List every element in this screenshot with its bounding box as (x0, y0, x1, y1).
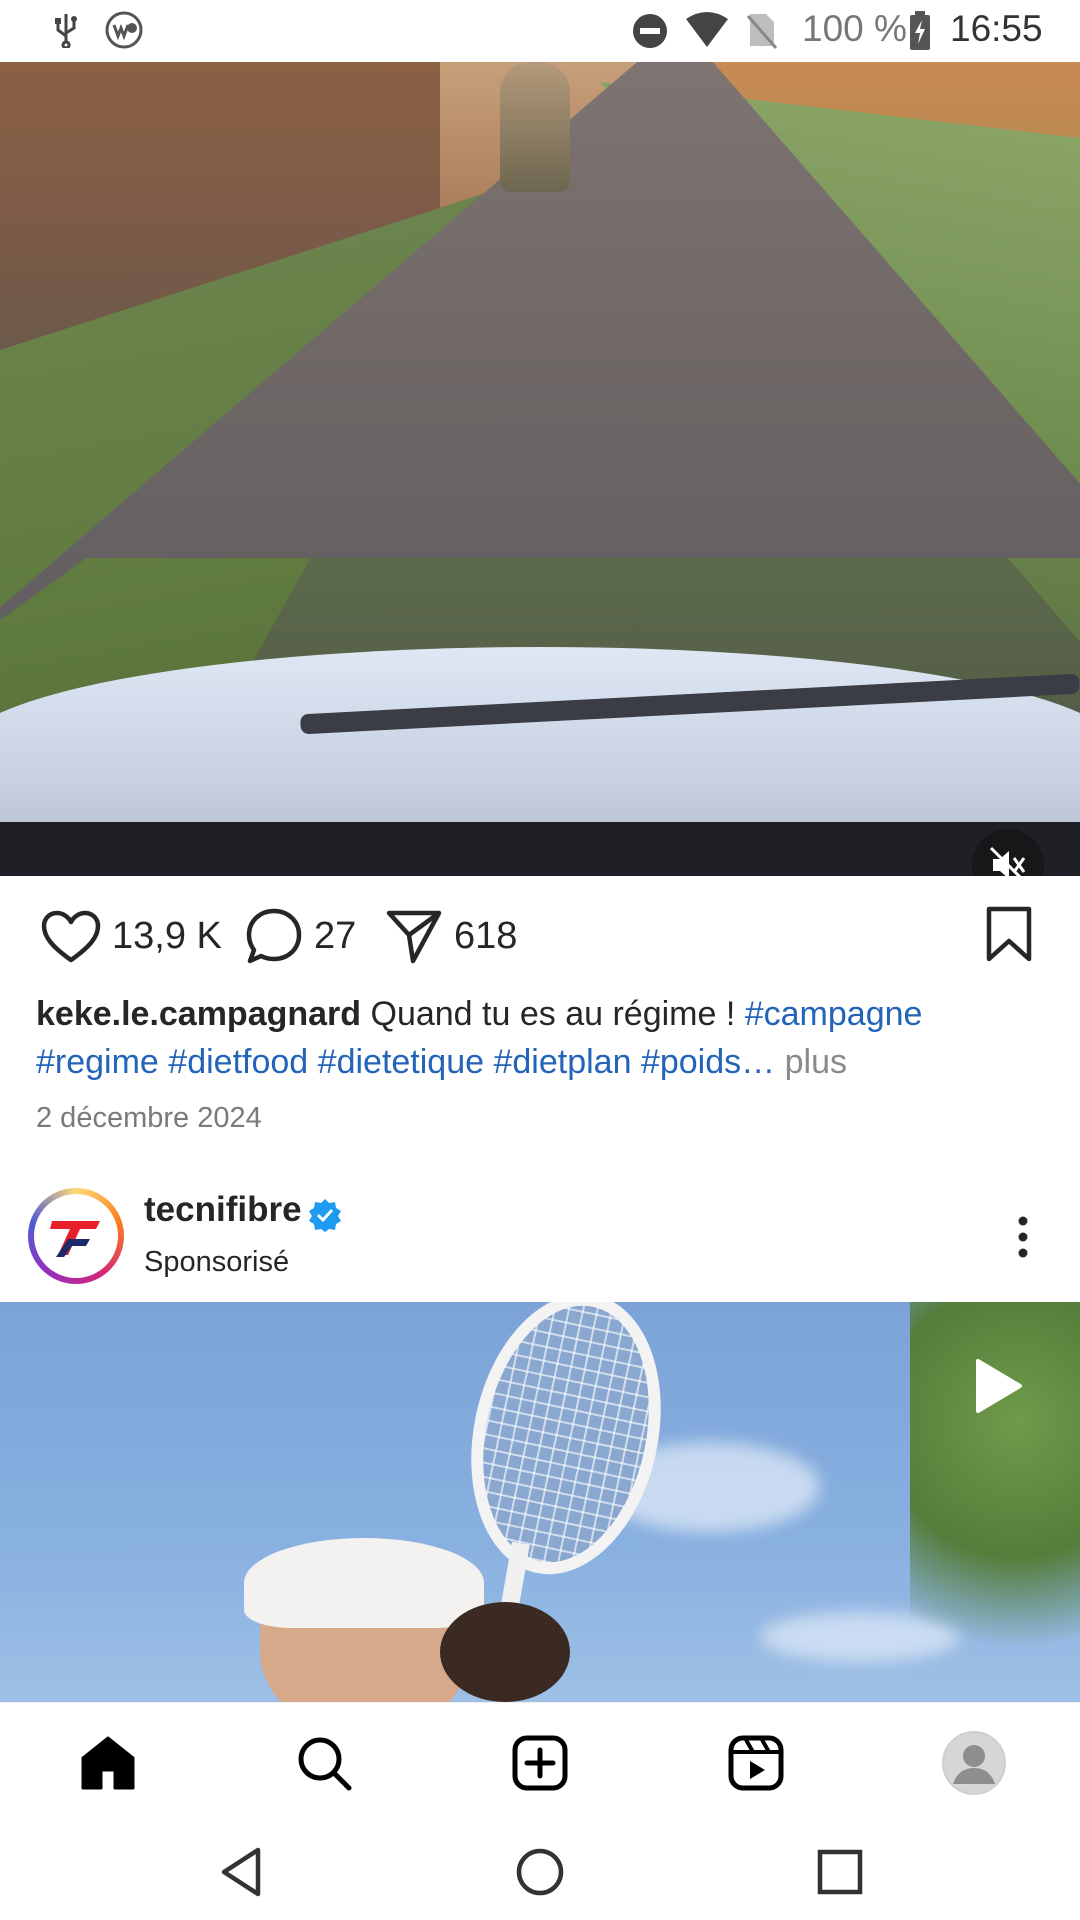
back-icon[interactable] (216, 1846, 268, 1898)
likes-count[interactable]: 13,9 K (112, 915, 222, 958)
account-name[interactable]: tecnifibre (144, 1190, 302, 1230)
create-icon[interactable] (510, 1733, 570, 1793)
recents-icon[interactable] (816, 1848, 864, 1896)
usb-icon (48, 12, 84, 48)
hashtag-link[interactable]: #dietetique (318, 1043, 484, 1081)
battery-percent: 100 % (802, 8, 907, 49)
post-video[interactable] (0, 62, 1080, 876)
comment-icon[interactable] (244, 906, 304, 966)
reels-icon[interactable] (726, 1733, 786, 1793)
person-with-wheelbarrow (500, 62, 570, 192)
hashtag-link[interactable]: #dietfood (168, 1043, 308, 1081)
home-circle-icon[interactable] (514, 1846, 566, 1898)
wd-icon (104, 10, 144, 50)
post-image[interactable] (0, 1302, 1080, 1702)
search-icon[interactable] (294, 1733, 354, 1793)
caption-text: Quand tu es au régime ! (361, 995, 745, 1033)
more-link[interactable]: plus (775, 1043, 847, 1081)
clock: 16:55 (950, 8, 1043, 49)
tecnifibre-logo-icon (46, 1211, 106, 1261)
comments-count[interactable]: 27 (314, 915, 356, 958)
dnd-icon (630, 11, 670, 51)
post-date: 2 décembre 2024 (36, 1102, 262, 1134)
hashtag-link[interactable]: #poids… (641, 1043, 775, 1081)
profile-avatar[interactable] (940, 1729, 1008, 1797)
system-navigation (0, 1822, 1080, 1920)
player-hair (440, 1602, 570, 1702)
share-icon[interactable] (384, 906, 444, 966)
hashtag-link[interactable]: #campagne (745, 995, 923, 1033)
no-sim-icon (744, 10, 780, 50)
shares-count[interactable]: 618 (454, 915, 517, 958)
volume-off-icon (989, 846, 1027, 876)
verified-badge-icon (306, 1196, 344, 1234)
bookmark-icon[interactable] (982, 904, 1036, 964)
battery-charging-icon (908, 11, 932, 51)
bottom-navigation (0, 1702, 1080, 1823)
player-cap (244, 1538, 484, 1628)
more-vertical-icon[interactable] (1010, 1214, 1036, 1260)
wifi-icon (684, 10, 730, 50)
caption-username[interactable]: keke.le.campagnard (36, 995, 361, 1033)
reel-play-icon[interactable] (968, 1354, 1028, 1418)
status-bar: 100 % 16:55 (0, 0, 1080, 62)
racket-head (446, 1302, 686, 1593)
sponsored-label: Sponsorisé (144, 1246, 290, 1278)
hashtag-link[interactable]: #dietplan (493, 1043, 631, 1081)
home-icon[interactable] (78, 1733, 138, 1793)
post-caption: keke.le.campagnard Quand tu es au régime… (36, 990, 1046, 1086)
hashtag-link[interactable]: #regime (36, 1043, 159, 1081)
dashboard (0, 822, 1080, 876)
heart-icon[interactable] (40, 908, 102, 966)
account-avatar[interactable] (34, 1194, 118, 1278)
